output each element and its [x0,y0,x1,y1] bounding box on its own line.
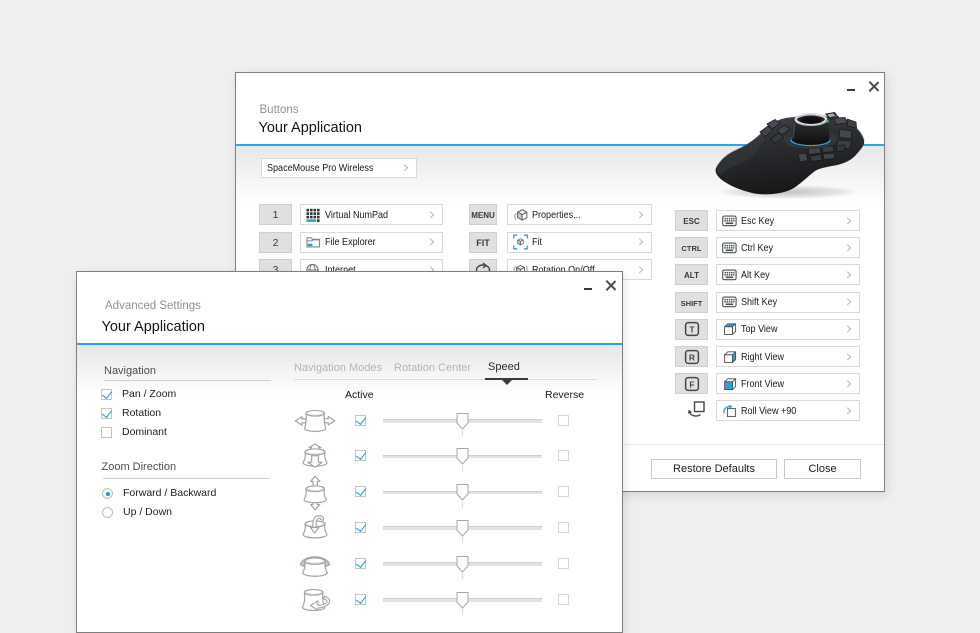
svg-text:T: T [689,325,695,335]
svg-text:R: R [688,352,694,362]
svg-text:F: F [689,379,694,389]
